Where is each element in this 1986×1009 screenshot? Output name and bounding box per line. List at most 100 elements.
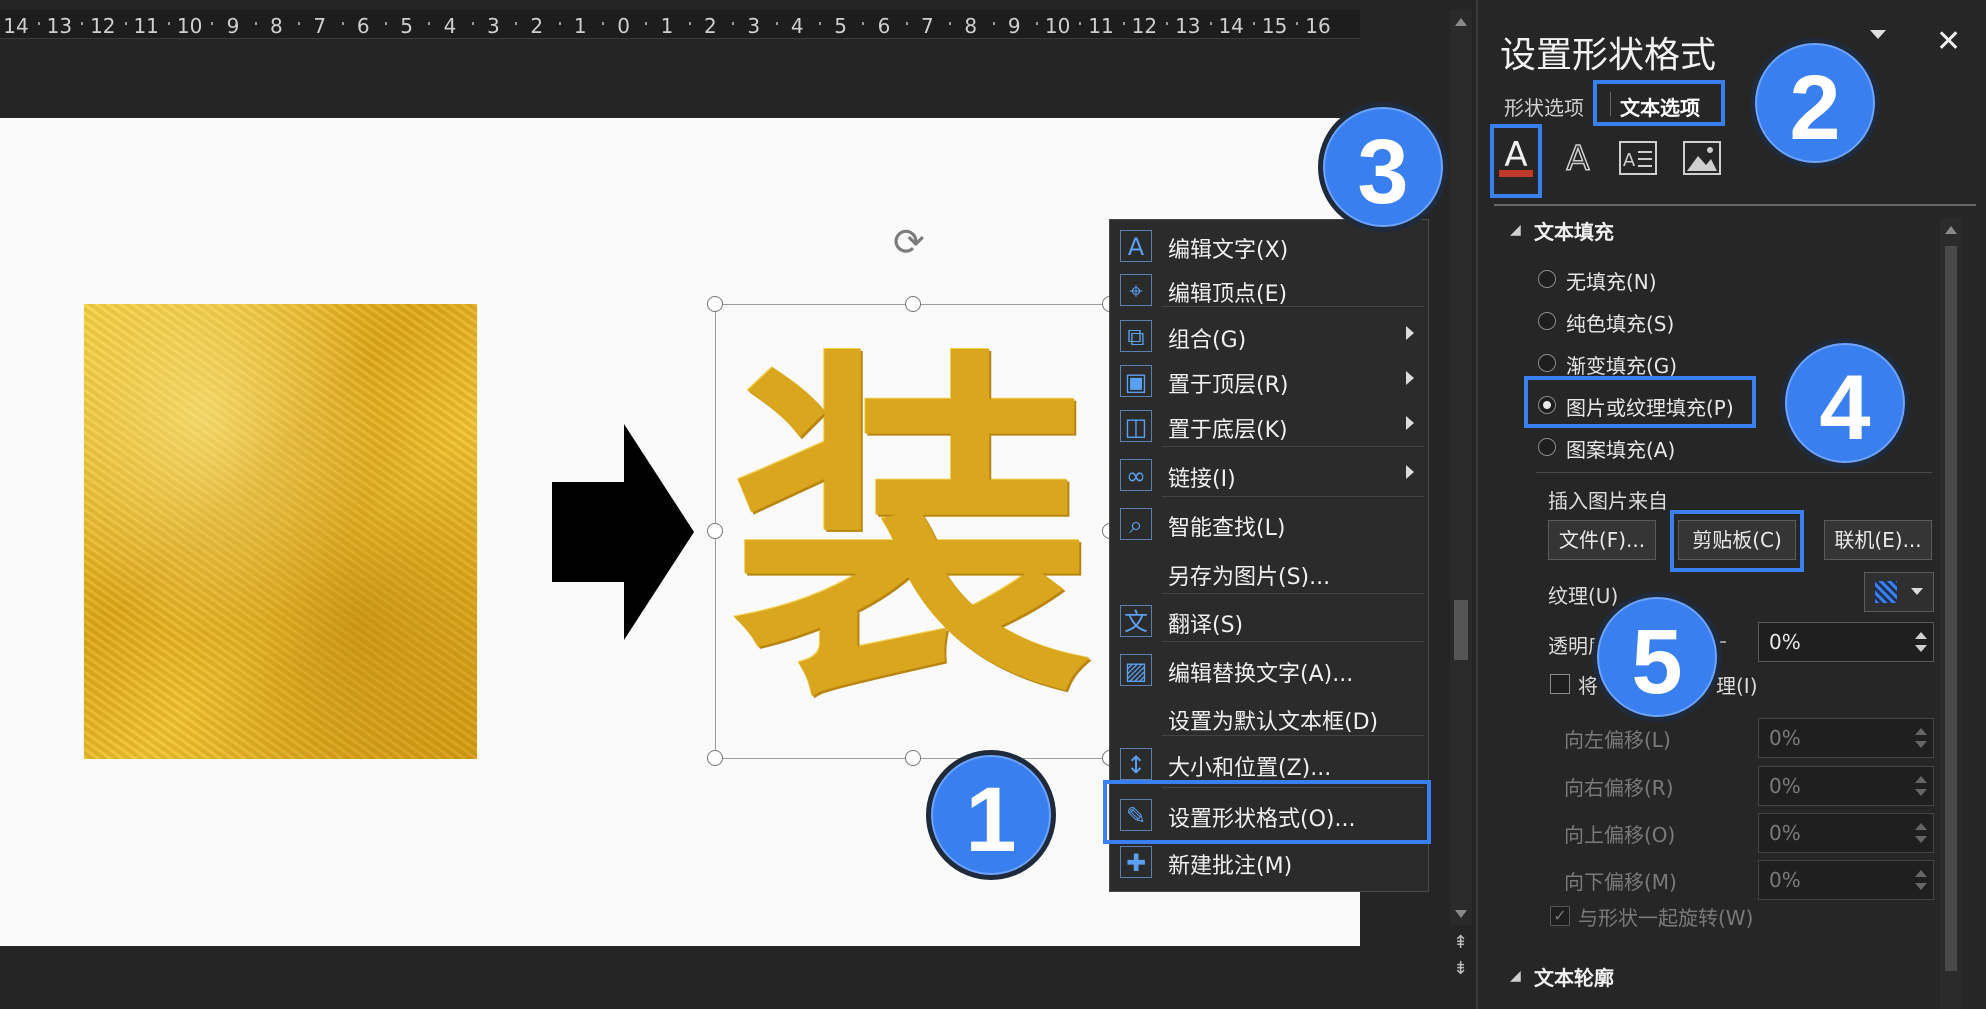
ruler-tick-label: 11 xyxy=(1088,14,1114,38)
fill-option-label[interactable]: 纯色填充(S) xyxy=(1566,308,1674,337)
ruler-tick-label: 8 xyxy=(270,14,283,38)
ruler-mark xyxy=(775,22,778,25)
fill-option-radio[interactable] xyxy=(1538,438,1556,456)
highlight-format-shape-item xyxy=(1103,780,1431,844)
spin-up-icon[interactable] xyxy=(1915,823,1927,830)
next-slide-icon[interactable]: ⇟ xyxy=(1453,958,1468,979)
spin-down-icon[interactable] xyxy=(1915,836,1927,843)
spin-down-icon[interactable] xyxy=(1915,741,1927,748)
ruler-mark xyxy=(341,22,344,25)
resize-handle-nw[interactable] xyxy=(707,296,723,312)
context-menu-item[interactable]: ⧉ 组合(G) xyxy=(1110,316,1428,356)
fill-section-divider xyxy=(1536,472,1932,473)
ruler-tick-label: 9 xyxy=(1007,14,1021,38)
pane-options-dropdown-icon[interactable] xyxy=(1870,30,1886,39)
collapse-fill-icon[interactable]: ◢ xyxy=(1510,222,1521,238)
spin-up-icon[interactable] xyxy=(1915,632,1927,639)
pane-title: 设置形状格式 xyxy=(1500,35,1717,76)
ruler-tick-label: 0 xyxy=(617,14,630,38)
offset-input[interactable]: 0% xyxy=(1758,860,1934,900)
rotate-with-shape-label: 与形状一起旋转(W) xyxy=(1578,906,1754,930)
menu-separator xyxy=(1162,593,1424,594)
context-menu-item[interactable]: ⌖ 编辑顶点(E) xyxy=(1110,270,1428,310)
highlight-text-options-tab xyxy=(1593,80,1725,126)
size-position-icon: ↕ xyxy=(1120,748,1152,780)
section-text-outline[interactable]: 文本轮廓 xyxy=(1534,962,1614,991)
offset-input[interactable]: 0% xyxy=(1758,718,1934,758)
menu-separator xyxy=(1162,496,1424,497)
ruler-mark xyxy=(732,22,735,25)
context-menu-item-label: 编辑文字(X) xyxy=(1168,238,1289,263)
ruler-tick-label: 2 xyxy=(530,14,544,38)
ruler-mark xyxy=(1296,22,1299,25)
picture-icon[interactable] xyxy=(1682,140,1722,176)
texture-dropdown-icon xyxy=(1911,588,1923,595)
scroll-up-icon[interactable] xyxy=(1455,18,1467,26)
spin-down-icon[interactable] xyxy=(1915,645,1927,652)
ruler-tick-label: 7 xyxy=(921,14,934,38)
resize-handle-n[interactable] xyxy=(905,296,921,312)
tab-shape-options[interactable]: 形状选项 xyxy=(1504,92,1584,121)
fill-option-radio[interactable] xyxy=(1538,270,1556,288)
offset-input[interactable]: 0% xyxy=(1758,813,1934,853)
resize-handle-sw[interactable] xyxy=(707,750,723,766)
section-text-fill[interactable]: 文本填充 xyxy=(1534,216,1614,245)
rotate-with-shape-checkbox[interactable]: ✓ xyxy=(1550,906,1570,926)
context-menu-item[interactable]: ⌕ 智能查找(L) xyxy=(1110,504,1428,544)
context-menu-item[interactable]: 设置为默认文本框(D) xyxy=(1110,698,1428,738)
ruler-mark xyxy=(818,22,821,25)
fill-option-radio[interactable] xyxy=(1538,354,1556,372)
ruler-mark xyxy=(515,22,518,25)
rotate-handle-icon[interactable]: ⟳ xyxy=(893,223,925,261)
spin-up-icon[interactable] xyxy=(1915,870,1927,877)
ruler-mark xyxy=(1209,22,1212,25)
scroll-thumb[interactable] xyxy=(1454,600,1468,660)
ruler-tick-label: 13 xyxy=(46,14,73,38)
canvas-vertical-scrollbar[interactable] xyxy=(1450,10,1472,925)
context-menu-item[interactable]: ▣ 置于顶层(R) xyxy=(1110,361,1428,401)
context-menu-item[interactable]: ↕ 大小和位置(Z)... xyxy=(1110,744,1428,784)
spin-down-icon[interactable] xyxy=(1915,883,1927,890)
transparency-input[interactable]: 0% xyxy=(1758,622,1934,662)
context-menu-item[interactable]: A 编辑文字(X) xyxy=(1110,226,1428,266)
callout-4: 4 xyxy=(1780,338,1910,468)
context-menu-item[interactable]: 文翻译(S) xyxy=(1110,601,1428,641)
pane-scroll-thumb[interactable] xyxy=(1945,246,1957,971)
context-menu-item[interactable]: ∞ 链接(I) xyxy=(1110,455,1428,495)
gold-texture-image[interactable] xyxy=(84,304,477,759)
fill-option-label[interactable]: 渐变填充(G) xyxy=(1566,350,1677,379)
scroll-down-icon[interactable] xyxy=(1455,910,1467,918)
fill-option-label[interactable]: 无填充(N) xyxy=(1566,266,1657,295)
context-menu-item[interactable]: ▨ 编辑替换文字(A)... xyxy=(1110,650,1428,690)
pane-scroll-up-icon[interactable] xyxy=(1945,226,1957,234)
file-button[interactable]: 文件(F)... xyxy=(1548,520,1656,560)
collapse-outline-icon[interactable]: ◢ xyxy=(1510,968,1521,984)
fill-option-label[interactable]: 图案填充(A) xyxy=(1566,434,1675,463)
ruler-mark xyxy=(384,22,387,25)
offset-input[interactable]: 0% xyxy=(1758,766,1934,806)
spin-up-icon[interactable] xyxy=(1915,728,1927,735)
pane-scrollbar[interactable] xyxy=(1940,218,1962,1009)
context-menu-item-label: 编辑顶点(E) xyxy=(1168,282,1288,307)
context-menu-item[interactable]: 另存为图片(S)... xyxy=(1110,553,1428,593)
online-button[interactable]: 联机(E)... xyxy=(1824,520,1932,560)
texture-picker-button[interactable] xyxy=(1864,572,1934,612)
ruler-tick-label: 7 xyxy=(313,14,327,38)
text-effects-icon[interactable]: A xyxy=(1558,136,1598,178)
spin-up-icon[interactable] xyxy=(1915,776,1927,783)
ruler-mark xyxy=(905,22,908,25)
resize-handle-s[interactable] xyxy=(905,750,921,766)
tile-checkbox[interactable] xyxy=(1550,674,1570,694)
context-menu-item[interactable]: ◫ 置于底层(K) xyxy=(1110,406,1428,446)
context-menu-item[interactable]: ✚ 新建批注(M) xyxy=(1110,842,1428,882)
translate-icon: 文 xyxy=(1120,605,1152,637)
ruler-tick-label: 14 xyxy=(3,14,29,38)
textbox-icon[interactable]: A xyxy=(1618,140,1658,176)
ruler-tick-label: 16 xyxy=(1305,14,1331,38)
close-icon[interactable]: ✕ xyxy=(1936,24,1961,59)
fill-option-radio[interactable] xyxy=(1538,312,1556,330)
right-arrow-shape[interactable] xyxy=(552,424,694,640)
resize-handle-w[interactable] xyxy=(707,523,723,539)
prev-slide-icon[interactable]: ⇞ xyxy=(1453,932,1468,953)
spin-down-icon[interactable] xyxy=(1915,789,1927,796)
